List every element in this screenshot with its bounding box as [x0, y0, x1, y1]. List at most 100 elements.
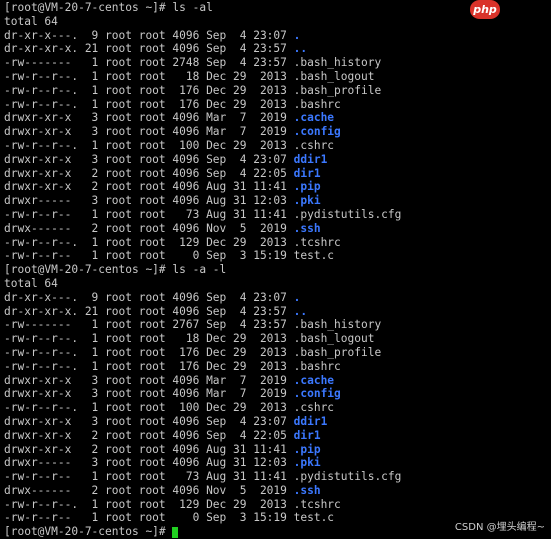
file-name: .bash_history [293, 318, 382, 332]
listing-row: -rw-r--r-- 1 root root 73 Aug 31 11:41 .… [4, 208, 551, 222]
listing-row: -rw-r--r--. 1 root root 18 Dec 29 2013 .… [4, 332, 551, 346]
file-metadata: drwxr-xr-x 2 root root 4096 Aug 31 11:41 [4, 180, 294, 194]
file-metadata: -rw-r--r--. 1 root root 100 Dec 29 2013 [4, 138, 294, 152]
listing-row: -rw-r--r--. 1 root root 129 Dec 29 2013 … [4, 498, 551, 512]
prompt-line-2: [root@VM-20-7-centos ~]# ls -a -l [4, 263, 551, 277]
csdn-watermark: CSDN @埋头编程~ [454, 522, 545, 533]
file-metadata: drwxr-xr-x 3 root root 4096 Mar 7 2019 [4, 111, 294, 125]
listing-row: -rw-r--r-- 1 root root 73 Aug 31 11:41 .… [4, 470, 551, 484]
file-metadata: drwxr-xr-x 2 root root 4096 Sep 4 22:05 [4, 166, 294, 180]
file-metadata: drwxr-xr-x 3 root root 4096 Sep 4 23:07 [4, 414, 294, 428]
total-line-2: total 64 [4, 276, 58, 290]
listing-row: drwxr-xr-x 3 root root 4096 Mar 7 2019 .… [4, 125, 551, 139]
terminal-cursor [172, 526, 179, 538]
file-name: .bash_profile [293, 345, 382, 359]
file-metadata: -rw-r--r--. 1 root root 176 Dec 29 2013 [4, 83, 294, 97]
listing-row: -rw-r--r--. 1 root root 129 Dec 29 2013 … [4, 236, 551, 250]
file-name: .tcshrc [293, 497, 341, 511]
file-name: .tcshrc [293, 235, 341, 249]
listing-row: drwxr----- 3 root root 4096 Aug 31 12:03… [4, 194, 551, 208]
file-metadata: dr-xr-x---. 9 root root 4096 Sep 4 23:07 [4, 28, 294, 42]
listing-row: -rw-r--r-- 1 root root 0 Sep 3 15:19 tes… [4, 249, 551, 263]
listing-row: -rw------- 1 root root 2767 Sep 4 23:57 … [4, 318, 551, 332]
file-name: .cshrc [293, 401, 335, 415]
file-metadata: drwxr----- 3 root root 4096 Aug 31 12:03 [4, 456, 294, 470]
file-name: .bash_logout [293, 69, 375, 83]
directory-name: .ssh [293, 221, 321, 235]
listing-row: -rw-r--r--. 1 root root 176 Dec 29 2013 … [4, 84, 551, 98]
prompt-line-1: [root@VM-20-7-centos ~]# ls -al [4, 1, 551, 15]
directory-name: .cache [293, 111, 335, 125]
file-metadata: drwxr-xr-x 3 root root 4096 Mar 7 2019 [4, 125, 294, 139]
file-listing-2: dr-xr-x---. 9 root root 4096 Sep 4 23:07… [4, 291, 551, 526]
listing-row: drwxr-xr-x 3 root root 4096 Mar 7 2019 .… [4, 111, 551, 125]
command-text: ls -al [172, 1, 213, 14]
file-metadata: drwx------ 2 root root 4096 Nov 5 2019 [4, 483, 294, 497]
file-metadata: drwxr-xr-x 2 root root 4096 Sep 4 22:05 [4, 428, 294, 442]
file-name: .pydistutils.cfg [293, 470, 402, 484]
file-name: .bash_logout [293, 332, 375, 346]
file-name: .bashrc [293, 97, 341, 111]
directory-name: dir1 [293, 428, 321, 442]
file-metadata: drwxr-xr-x 2 root root 4096 Aug 31 11:41 [4, 442, 294, 456]
file-metadata: -rw-r--r--. 1 root root 100 Dec 29 2013 [4, 401, 294, 415]
file-metadata: drwxr-xr-x 3 root root 4096 Mar 7 2019 [4, 373, 294, 387]
file-metadata: -rw-r--r-- 1 root root 73 Aug 31 11:41 [4, 207, 294, 221]
file-metadata: -rw-r--r-- 1 root root 0 Sep 3 15:19 [4, 511, 294, 525]
file-metadata: -rw-r--r--. 1 root root 129 Dec 29 2013 [4, 235, 294, 249]
directory-name: .ssh [293, 483, 321, 497]
file-metadata: -rw-r--r--. 1 root root 176 Dec 29 2013 [4, 97, 294, 111]
file-metadata: -rw-r--r-- 1 root root 0 Sep 3 15:19 [4, 249, 294, 263]
listing-row: drwxr----- 3 root root 4096 Aug 31 12:03… [4, 456, 551, 470]
listing-row: drwx------ 2 root root 4096 Nov 5 2019 .… [4, 484, 551, 498]
file-metadata: drwxr-xr-x 3 root root 4096 Mar 7 2019 [4, 387, 294, 401]
terminal-output[interactable]: [root@VM-20-7-centos ~]# ls -al total 64… [4, 1, 551, 539]
directory-name: .. [293, 304, 308, 318]
file-metadata: -rw-r--r--. 1 root root 176 Dec 29 2013 [4, 359, 294, 373]
directory-name: .pip [293, 442, 321, 456]
file-name: test.c [293, 249, 335, 263]
file-metadata: -rw-r--r--. 1 root root 176 Dec 29 2013 [4, 345, 294, 359]
listing-row: drwxr-xr-x 2 root root 4096 Aug 31 11:41… [4, 180, 551, 194]
file-name: .bash_profile [293, 83, 382, 97]
listing-row: -rw-r--r--. 1 root root 100 Dec 29 2013 … [4, 401, 551, 415]
file-metadata: drwxr----- 3 root root 4096 Aug 31 12:03 [4, 194, 294, 208]
file-metadata: -rw-r--r-- 1 root root 73 Aug 31 11:41 [4, 470, 294, 484]
file-metadata: drwx------ 2 root root 4096 Nov 5 2019 [4, 221, 294, 235]
prompt-prefix: [root@VM-20-7-centos ~]# [4, 525, 173, 539]
directory-name: .config [293, 125, 341, 139]
file-metadata: dr-xr-xr-x. 21 root root 4096 Sep 4 23:5… [4, 304, 294, 318]
listing-row: -rw-r--r--. 1 root root 18 Dec 29 2013 .… [4, 70, 551, 84]
listing-row: drwxr-xr-x 3 root root 4096 Sep 4 23:07 … [4, 153, 551, 167]
file-name: .bash_history [293, 56, 382, 70]
listing-row: -rw-r--r--. 1 root root 176 Dec 29 2013 … [4, 346, 551, 360]
directory-name: ddir1 [293, 152, 328, 166]
listing-row: drwx------ 2 root root 4096 Nov 5 2019 .… [4, 222, 551, 236]
listing-row: drwxr-xr-x 2 root root 4096 Sep 4 22:05 … [4, 167, 551, 181]
directory-name: .pip [293, 180, 321, 194]
listing-row: -rw-r--r--. 1 root root 100 Dec 29 2013 … [4, 139, 551, 153]
php-logo-badge: php [470, 0, 500, 19]
listing-row: -rw------- 1 root root 2748 Sep 4 23:57 … [4, 56, 551, 70]
listing-row: dr-xr-xr-x. 21 root root 4096 Sep 4 23:5… [4, 305, 551, 319]
listing-row: drwxr-xr-x 2 root root 4096 Sep 4 22:05 … [4, 429, 551, 443]
listing-row: -rw-r--r--. 1 root root 176 Dec 29 2013 … [4, 360, 551, 374]
listing-row: dr-xr-x---. 9 root root 4096 Sep 4 23:07… [4, 29, 551, 43]
file-metadata: -rw-r--r--. 1 root root 18 Dec 29 2013 [4, 69, 294, 83]
directory-name: .cache [293, 373, 335, 387]
listing-row: -rw-r--r--. 1 root root 176 Dec 29 2013 … [4, 98, 551, 112]
listing-row: drwxr-xr-x 3 root root 4096 Sep 4 23:07 … [4, 415, 551, 429]
directory-name: .. [293, 42, 308, 56]
directory-name: .config [293, 387, 341, 401]
listing-row: drwxr-xr-x 2 root root 4096 Aug 31 11:41… [4, 443, 551, 457]
prompt-prefix: [root@VM-20-7-centos ~]# [4, 263, 173, 277]
file-name: .pydistutils.cfg [293, 207, 402, 221]
directory-name: dir1 [293, 166, 321, 180]
listing-row: drwxr-xr-x 3 root root 4096 Mar 7 2019 .… [4, 387, 551, 401]
directory-name: ddir1 [293, 414, 328, 428]
file-metadata: dr-xr-x---. 9 root root 4096 Sep 4 23:07 [4, 290, 294, 304]
file-metadata: drwxr-xr-x 3 root root 4096 Sep 4 23:07 [4, 152, 294, 166]
file-metadata: -rw------- 1 root root 2748 Sep 4 23:57 [4, 56, 294, 70]
listing-row: dr-xr-xr-x. 21 root root 4096 Sep 4 23:5… [4, 42, 551, 56]
prompt-prefix: [root@VM-20-7-centos ~]# [4, 1, 173, 14]
